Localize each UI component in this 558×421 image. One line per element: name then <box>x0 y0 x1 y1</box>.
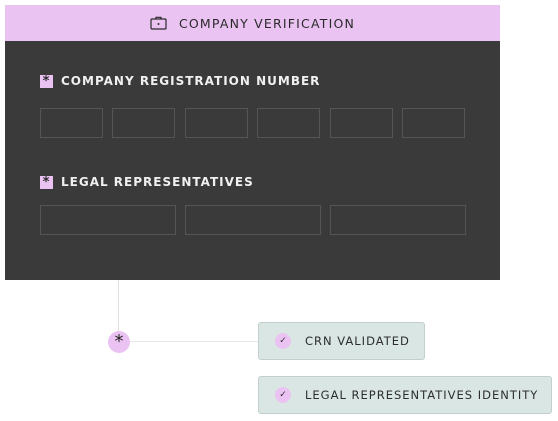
section-label-crn: * COMPANY REGISTRATION NUMBER <box>40 74 320 88</box>
crn-input-2[interactable] <box>112 108 175 138</box>
connector-line-horizontal <box>130 341 258 342</box>
section-label-text: LEGAL REPRESENTATIVES <box>61 175 254 189</box>
check-icon: ✓ <box>275 387 291 403</box>
crn-input-5[interactable] <box>330 108 393 138</box>
card-title: COMPANY VERIFICATION <box>178 15 356 31</box>
connector-line-vertical <box>118 280 119 332</box>
crn-input-6[interactable] <box>402 108 465 138</box>
status-pill-label: CRN VALIDATED <box>305 334 410 348</box>
legal-representative-input-2[interactable] <box>185 205 321 235</box>
check-icon: ✓ <box>275 333 291 349</box>
section-label-text: COMPANY REGISTRATION NUMBER <box>61 74 321 88</box>
required-asterisk-icon: * <box>40 175 53 189</box>
briefcase-icon <box>150 16 167 30</box>
crn-input-3[interactable] <box>185 108 248 138</box>
asterisk-node-icon: * <box>108 331 130 353</box>
legal-representative-input-1[interactable] <box>40 205 176 235</box>
card-header: COMPANY VERIFICATION <box>5 5 500 41</box>
required-asterisk-icon: * <box>40 74 53 88</box>
company-verification-card: COMPANY VERIFICATION * COMPANY REGISTRAT… <box>5 5 500 280</box>
legal-representative-input-3[interactable] <box>330 205 466 235</box>
status-pill-legal-representatives-identity: ✓ LEGAL REPRESENTATIVES IDENTITY <box>258 376 552 414</box>
status-pill-label: LEGAL REPRESENTATIVES IDENTITY <box>305 388 539 402</box>
status-pill-crn-validated: ✓ CRN VALIDATED <box>258 322 425 360</box>
crn-input-4[interactable] <box>257 108 320 138</box>
crn-input-1[interactable] <box>40 108 103 138</box>
section-label-legal-representatives: * LEGAL REPRESENTATIVES <box>40 175 254 189</box>
